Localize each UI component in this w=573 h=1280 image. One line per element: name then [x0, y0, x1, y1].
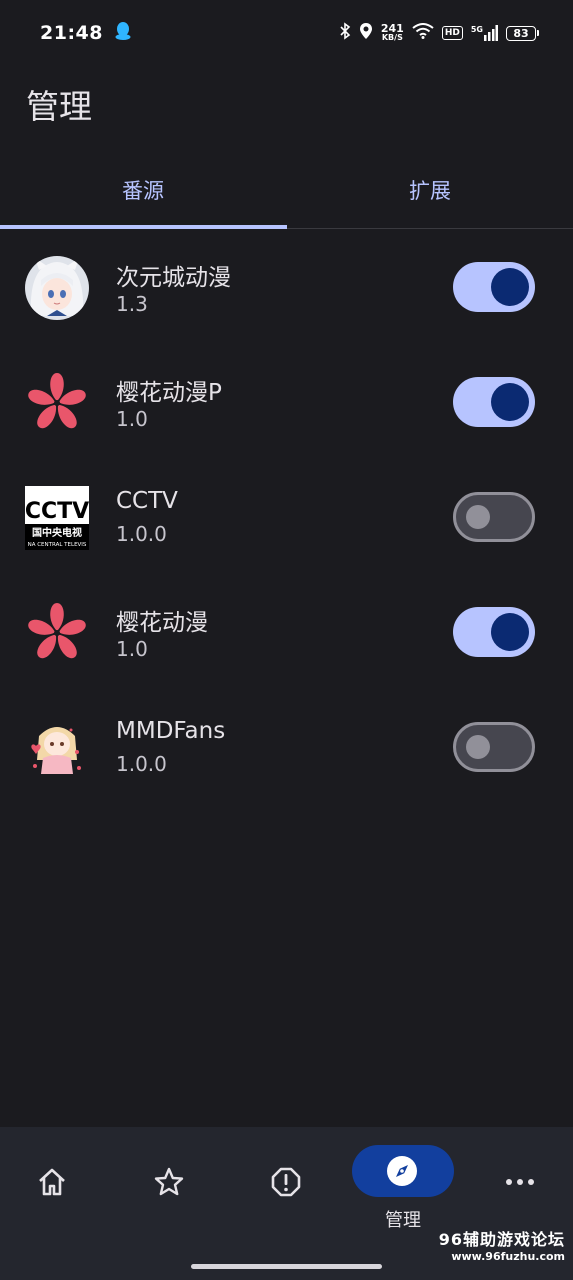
svg-text:CCTV: CCTV — [25, 499, 89, 524]
sakura-flower-icon — [25, 371, 89, 435]
tab-sources[interactable]: 番源 — [0, 150, 286, 229]
tab-indicator — [0, 225, 287, 229]
source-name: 次元城动漫 — [116, 265, 231, 291]
bluetooth-icon — [339, 22, 351, 44]
qq-notification-icon — [115, 21, 131, 45]
source-toggle[interactable] — [453, 377, 535, 427]
svg-text:NA CENTRAL TELEVIS: NA CENTRAL TELEVIS — [28, 542, 87, 548]
source-list: 次元城动漫 1.3 樱花动漫P 1.0 CCTV 国中央电视 NA CENTRA… — [0, 230, 573, 805]
source-version: 1.0.0 — [116, 752, 167, 776]
cctv-logo: CCTV 国中央电视 NA CENTRAL TELEVIS — [25, 486, 89, 550]
wifi-icon — [412, 23, 434, 43]
source-toggle[interactable] — [453, 722, 535, 772]
status-bar: 21:48 241 KB/S HD 5G 83 — [0, 0, 573, 66]
nav-alerts[interactable] — [236, 1145, 336, 1235]
source-name: 樱花动漫P — [116, 380, 222, 406]
status-time: 21:48 — [40, 22, 103, 44]
star-icon — [152, 1165, 186, 1199]
anime-girl-avatar — [25, 256, 89, 320]
sakura-flower-icon — [25, 601, 89, 665]
alert-octagon-icon — [269, 1165, 303, 1199]
tab-extensions[interactable]: 扩展 — [287, 150, 573, 229]
list-item[interactable]: MMDFans 1.0.0 — [0, 690, 573, 805]
source-version: 1.0.0 — [116, 522, 167, 546]
nav-manage[interactable]: 管理 — [352, 1145, 454, 1235]
chibi-girl-avatar — [25, 716, 89, 780]
source-name: CCTV — [116, 488, 178, 514]
hd-badge: HD — [441, 26, 463, 40]
source-name: 樱花动漫 — [116, 610, 208, 636]
battery-indicator: 83 — [506, 25, 539, 41]
list-item[interactable]: CCTV 国中央电视 NA CENTRAL TELEVIS CCTV 1.0.0 — [0, 460, 573, 575]
tab-bar: 番源 扩展 — [0, 150, 573, 229]
gesture-bar[interactable] — [191, 1264, 382, 1269]
compass-icon — [385, 1154, 419, 1188]
net-speed: 241 KB/S — [380, 22, 404, 42]
home-icon — [35, 1165, 69, 1199]
nav-home[interactable] — [2, 1145, 102, 1235]
more-icon — [503, 1165, 537, 1199]
location-icon — [359, 22, 373, 44]
watermark: 96辅助游戏论坛 www.96fuzhu.com — [438, 1230, 565, 1263]
source-version: 1.0 — [116, 407, 148, 431]
nav-favorites[interactable] — [119, 1145, 219, 1235]
svg-text:国中央电视: 国中央电视 — [32, 526, 82, 539]
source-name: MMDFans — [116, 718, 226, 744]
nav-more[interactable] — [470, 1145, 570, 1235]
cell-signal-icon: 5G — [471, 25, 498, 41]
list-item[interactable]: 樱花动漫P 1.0 — [0, 345, 573, 460]
page-title: 管理 — [26, 87, 92, 126]
source-toggle[interactable] — [453, 262, 535, 312]
list-item[interactable]: 次元城动漫 1.3 — [0, 230, 573, 345]
source-version: 1.0 — [116, 637, 148, 661]
source-toggle[interactable] — [453, 607, 535, 657]
source-version: 1.3 — [116, 292, 148, 316]
source-toggle[interactable] — [453, 492, 535, 542]
list-item[interactable]: 樱花动漫 1.0 — [0, 575, 573, 690]
